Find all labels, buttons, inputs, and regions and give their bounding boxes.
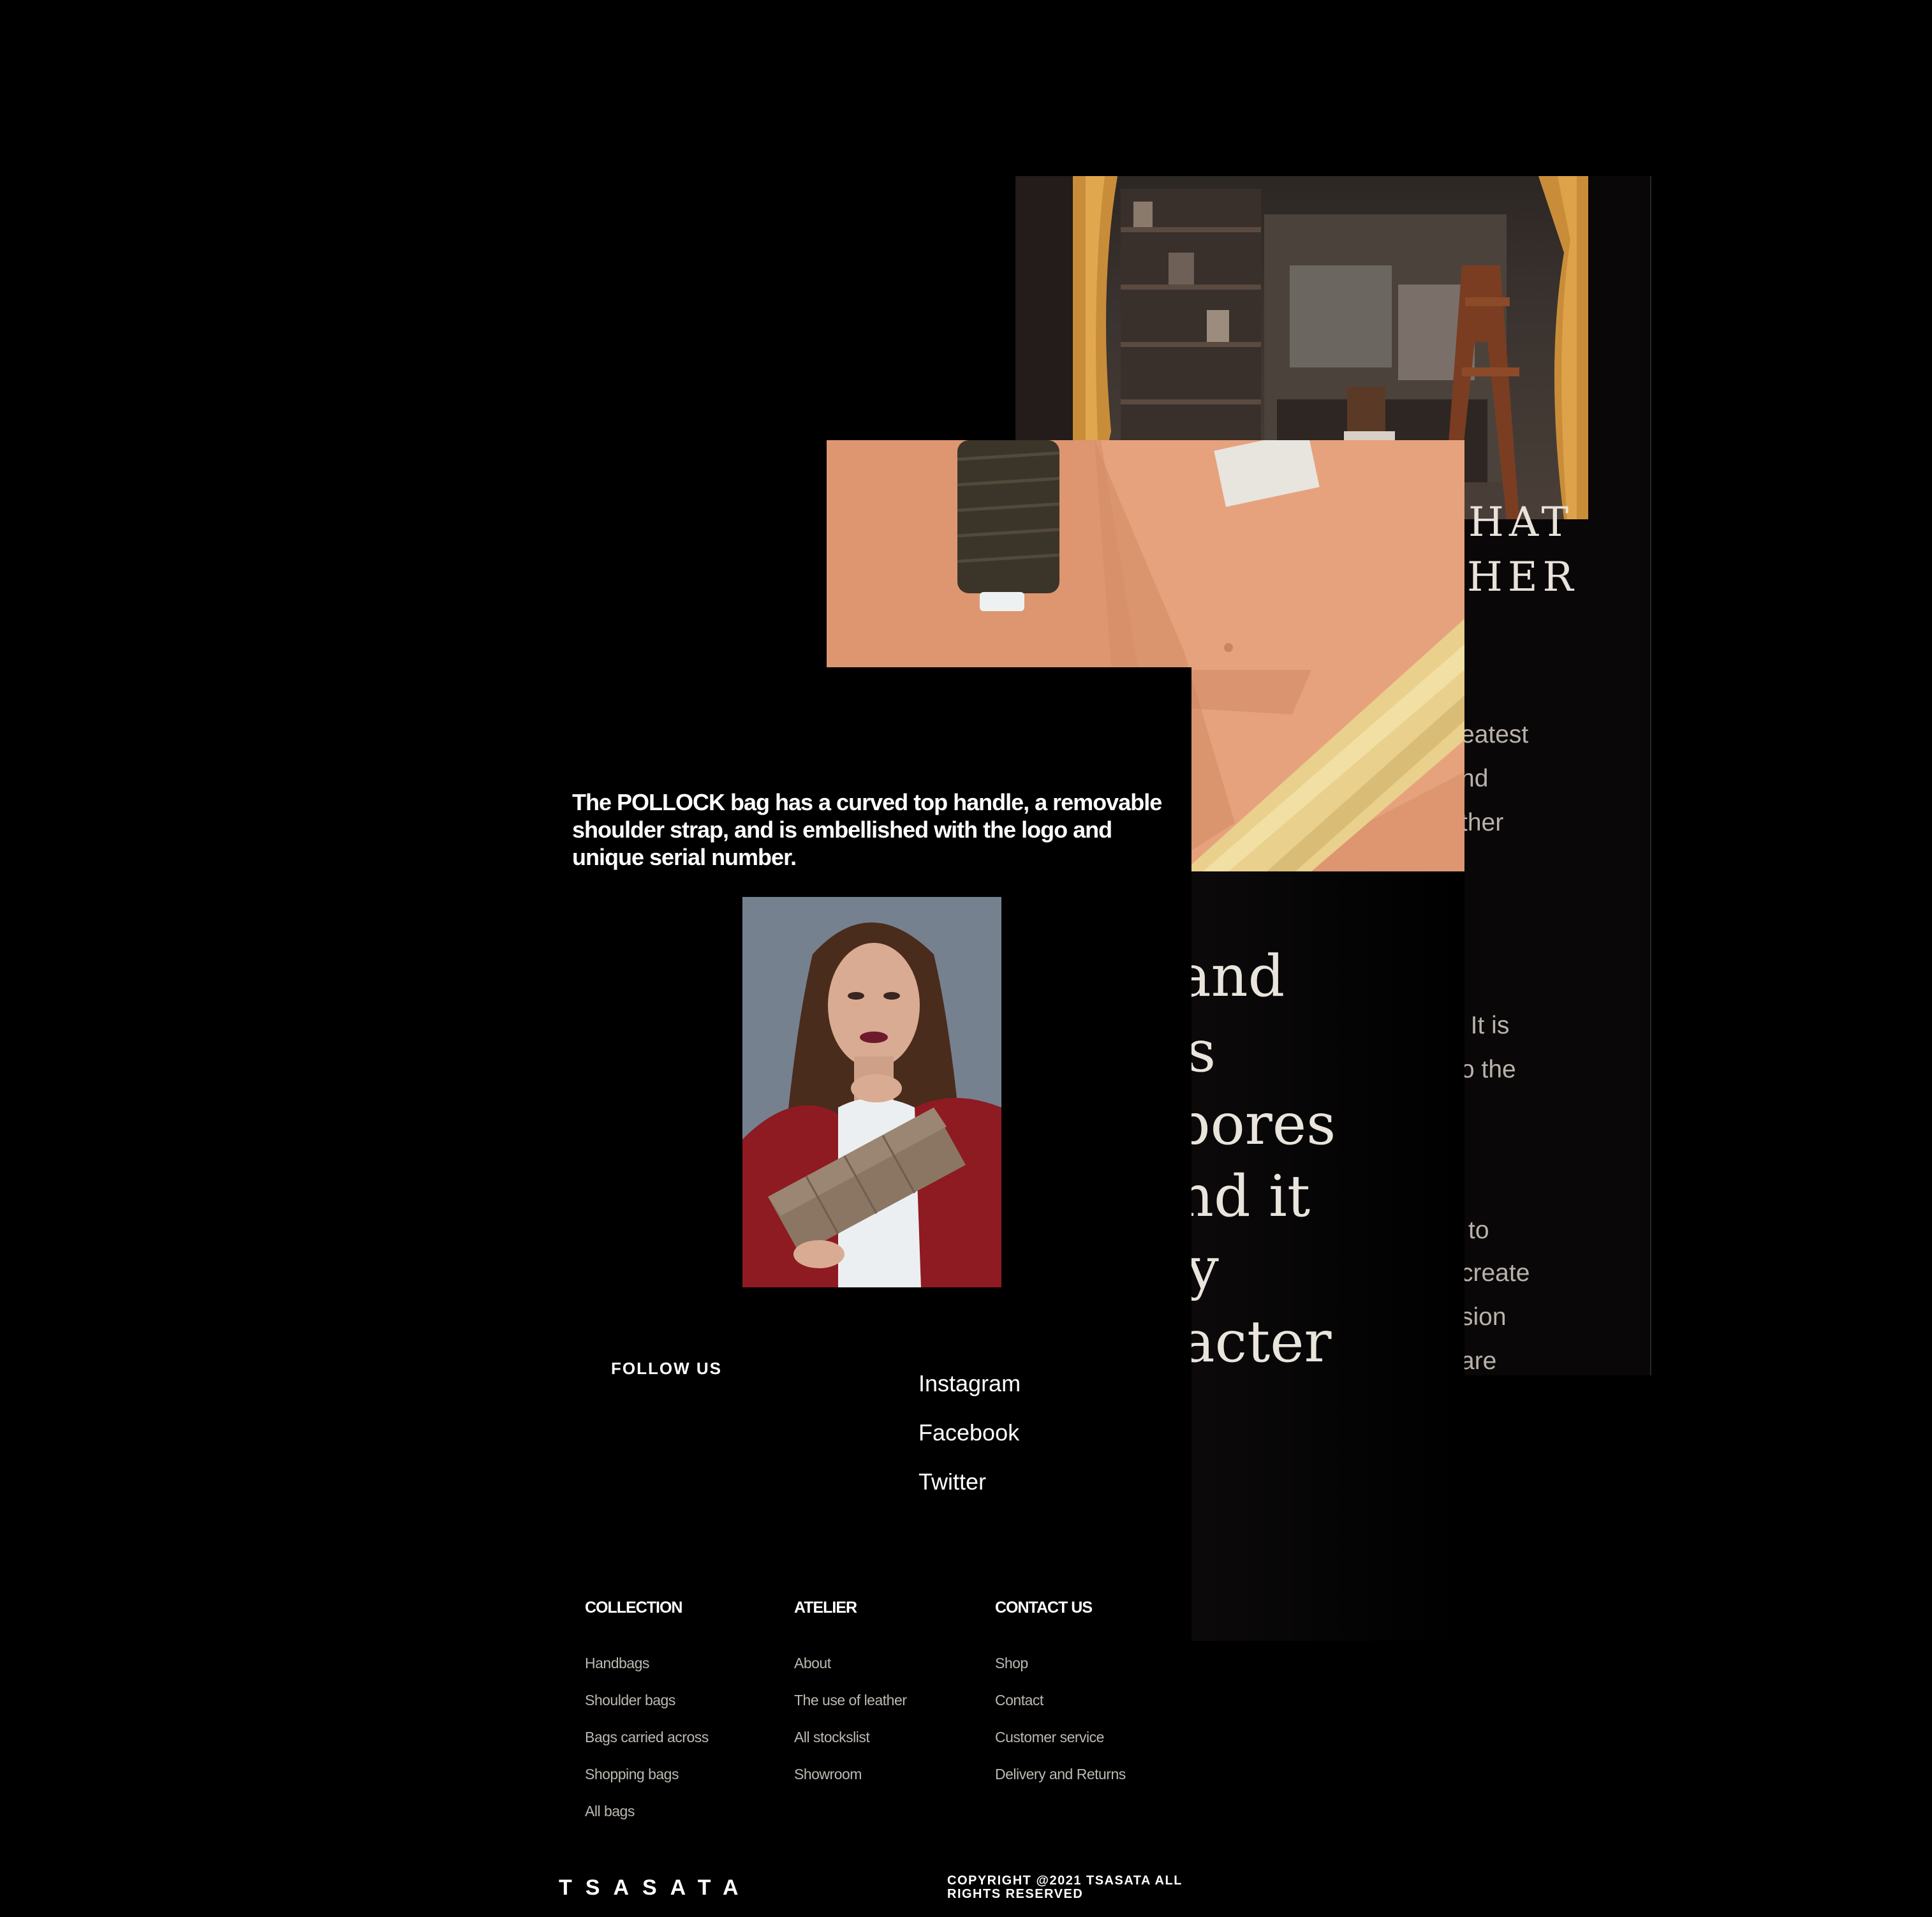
- instagram-link[interactable]: Instagram: [918, 1370, 1021, 1397]
- paragraph-line: create: [1461, 1259, 1530, 1287]
- paragraph-line: . It is: [1457, 1012, 1510, 1039]
- model-with-bag-photo: [742, 897, 1001, 1287]
- paragraph-line: nd: [1461, 765, 1489, 792]
- footer-link-showroom[interactable]: Showroom: [794, 1766, 862, 1783]
- footer-link-use-of-leather[interactable]: The use of leather: [794, 1692, 907, 1709]
- footer-link-about[interactable]: About: [794, 1655, 831, 1672]
- footer-link-bags-carried-across[interactable]: Bags carried across: [585, 1729, 709, 1746]
- footer-link-shoulder-bags[interactable]: Shoulder bags: [585, 1692, 675, 1709]
- footer-heading-atelier: ATELIER: [794, 1599, 857, 1617]
- panel-divider-line: [1650, 176, 1651, 1375]
- quote-line: and: [1177, 943, 1285, 1010]
- footer-link-handbags[interactable]: Handbags: [585, 1655, 649, 1672]
- footer-link-customer-service[interactable]: Customer service: [995, 1729, 1104, 1746]
- section-heading-line-1: HAT: [1468, 499, 1574, 546]
- paragraph-line: eatest: [1461, 721, 1529, 748]
- paragraph-line: o the: [1461, 1056, 1516, 1083]
- footer-link-delivery-returns[interactable]: Delivery and Returns: [995, 1766, 1126, 1783]
- model-illustration: [742, 897, 1001, 1287]
- follow-us-label: FOLLOW US: [611, 1359, 722, 1378]
- copyright-text: COPYRIGHT @2021 TSASATA ALL RIGHTS RESER…: [947, 1874, 1183, 1901]
- paragraph-line: sion: [1461, 1303, 1507, 1331]
- paragraph-line: ther: [1461, 809, 1504, 836]
- footer-heading-contact-us: CONTACT US: [995, 1599, 1093, 1617]
- footer-link-all-stockslist[interactable]: All stockslist: [794, 1729, 870, 1746]
- paragraph-line: to: [1468, 1217, 1489, 1244]
- quote-line: pores: [1174, 1091, 1336, 1158]
- brand-logo[interactable]: TSASATA: [559, 1876, 752, 1900]
- footer-link-shopping-bags[interactable]: Shopping bags: [585, 1766, 679, 1783]
- footer-link-contact[interactable]: Contact: [995, 1692, 1043, 1709]
- paragraph-line: are: [1461, 1347, 1497, 1375]
- footer-heading-collection: COLLECTION: [585, 1599, 682, 1617]
- section-heading-line-2: HER: [1467, 554, 1579, 601]
- facebook-link[interactable]: Facebook: [918, 1419, 1019, 1446]
- quote-line: nd it: [1177, 1163, 1311, 1230]
- twitter-link[interactable]: Twitter: [918, 1469, 986, 1495]
- footer-link-all-bags[interactable]: All bags: [585, 1803, 635, 1820]
- product-description: The POLLOCK bag has a curved top handle,…: [572, 789, 1162, 870]
- footer-link-shop[interactable]: Shop: [995, 1655, 1028, 1672]
